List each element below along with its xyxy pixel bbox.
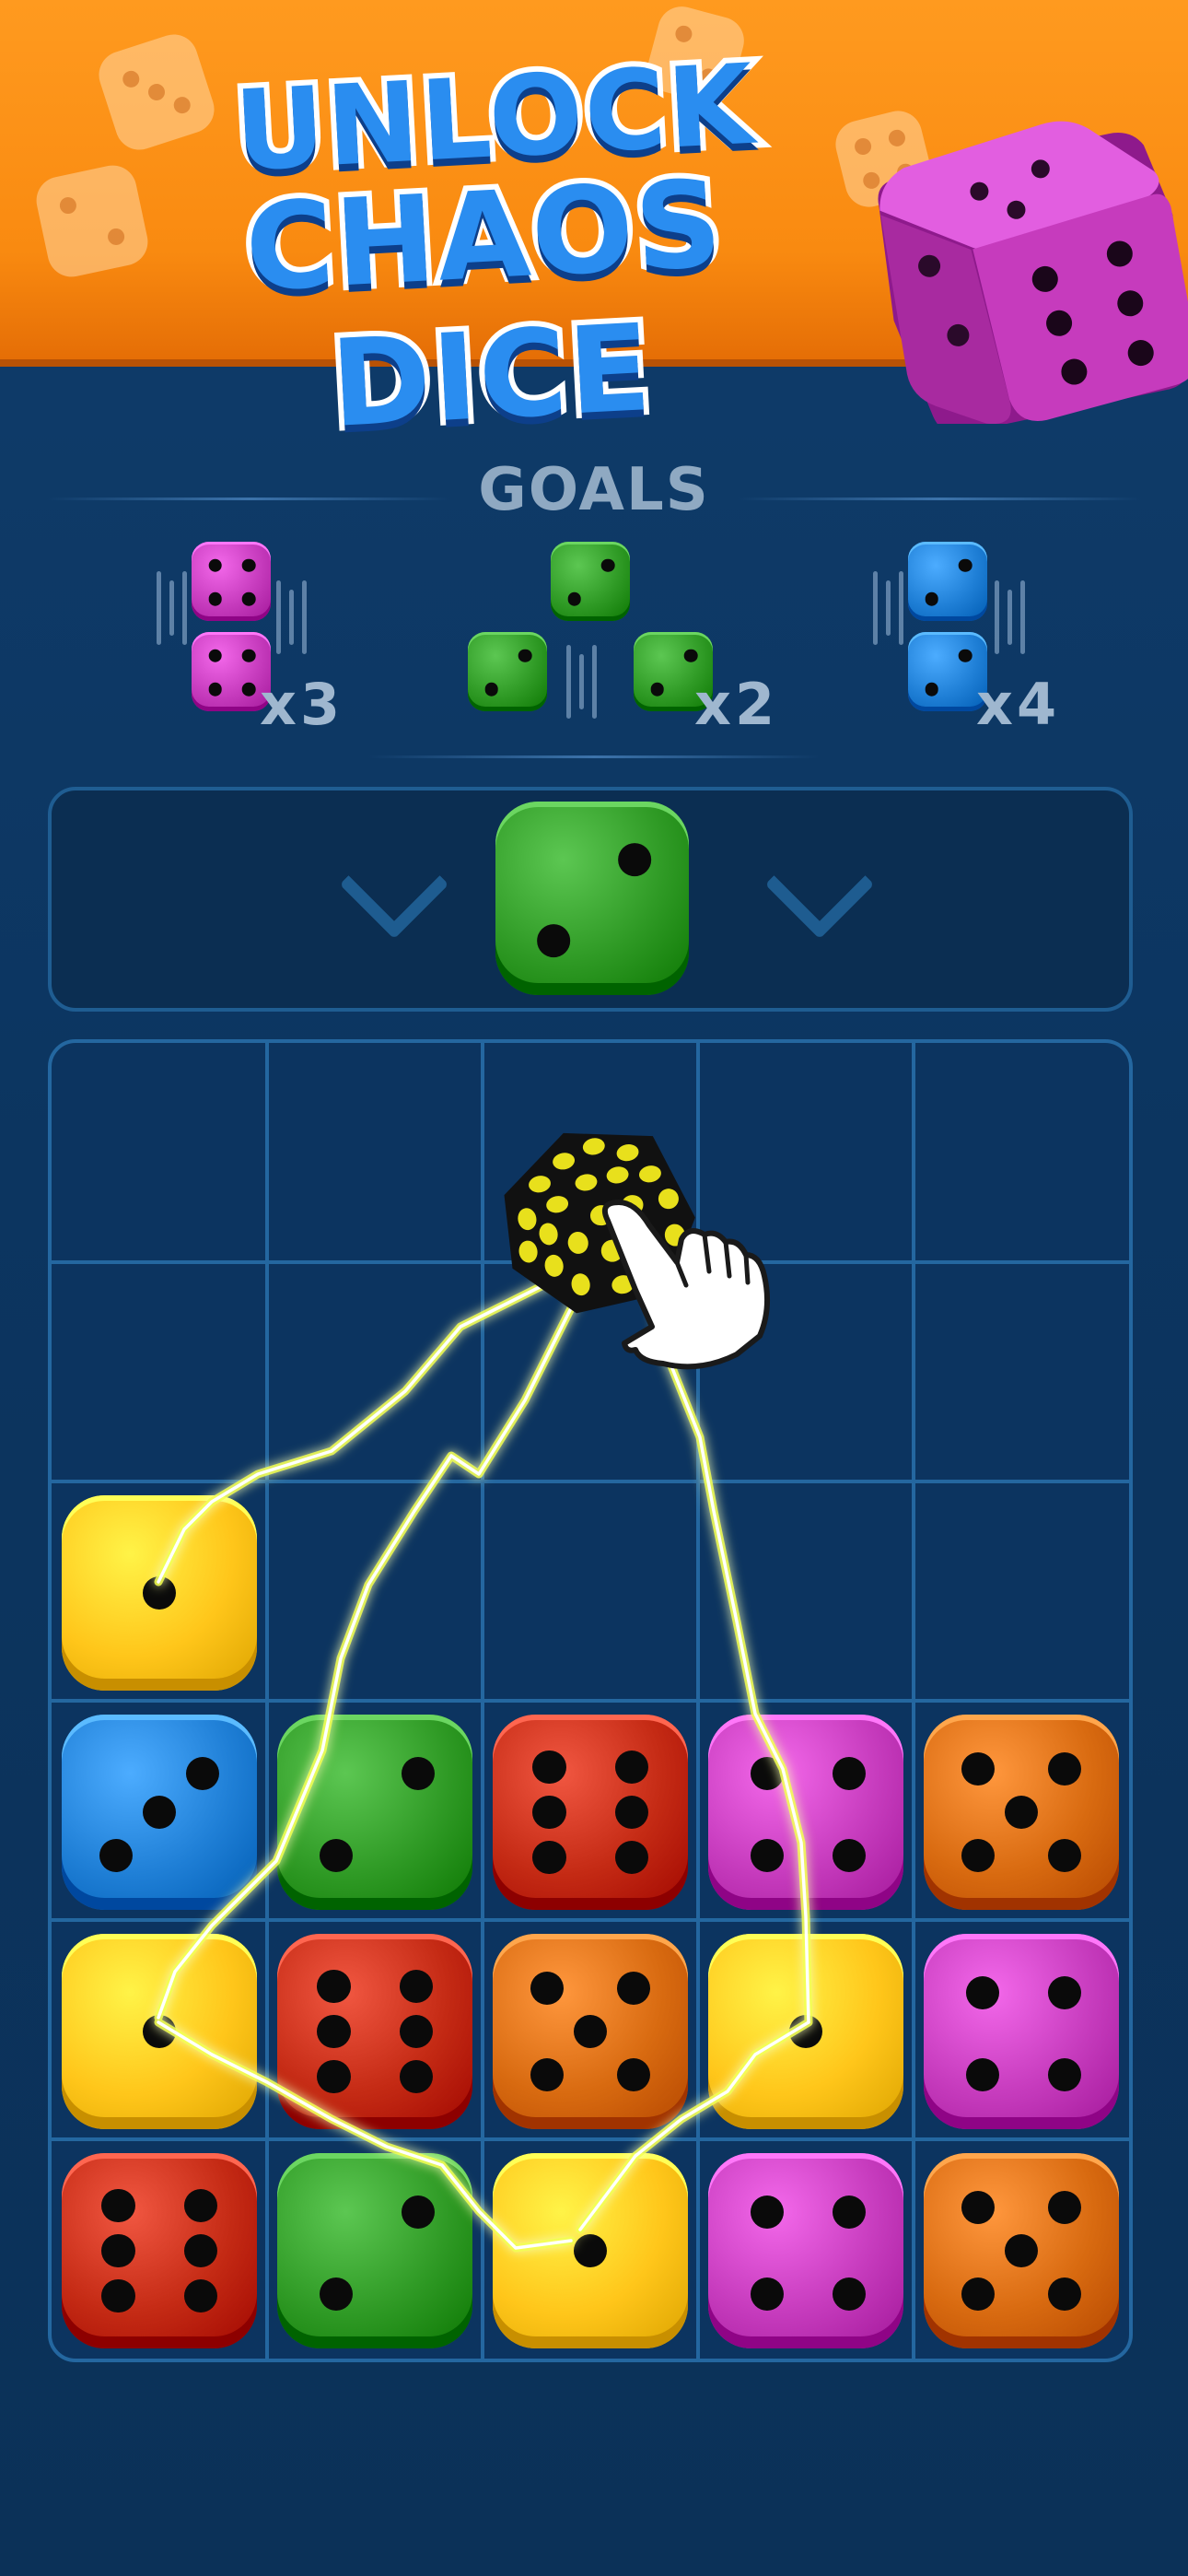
lightning-core [157, 1224, 810, 2250]
lightning-bolt [154, 1221, 813, 2253]
chaos-effect-layer [154, 1132, 813, 2253]
game-screen: UNLOCK CHAOS DICE GOALS x3 x2 x4 [0, 0, 1188, 2576]
